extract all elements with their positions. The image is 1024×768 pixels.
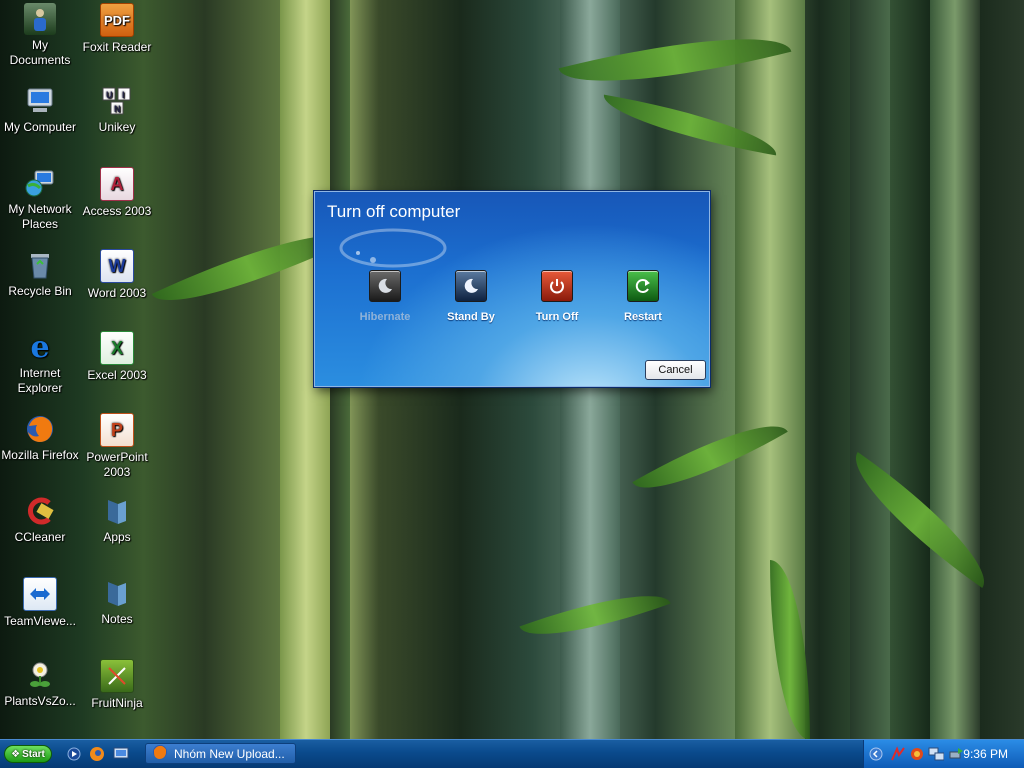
turn-off-dialog: Turn off computer Hibernate Stand By Tur…: [314, 191, 710, 387]
svg-text:U: U: [106, 90, 113, 100]
desktop-icon-ccleaner[interactable]: CCleaner: [1, 495, 79, 545]
desktop-icon-plants-vs-zombies[interactable]: PlantsVsZo...: [1, 659, 79, 709]
teamviewer-icon: [23, 577, 57, 611]
firefox-icon: [24, 413, 56, 445]
cancel-button[interactable]: Cancel: [645, 360, 706, 380]
stand-by-icon: [455, 270, 487, 302]
stand-by-option[interactable]: Stand By: [431, 270, 511, 323]
svg-text:I: I: [122, 90, 125, 100]
quick-launch-media-player-icon[interactable]: [66, 746, 82, 762]
taskbar-window-button[interactable]: Nhóm New Upload...: [145, 743, 296, 764]
desktop-icon-powerpoint[interactable]: P PowerPoint 2003: [78, 413, 156, 480]
desktop-icon-excel[interactable]: X Excel 2003: [78, 331, 156, 383]
desktop-icon-notes[interactable]: Notes: [78, 577, 156, 627]
restart-icon: [627, 270, 659, 302]
excel-icon: X: [100, 331, 134, 365]
hibernate-icon: [369, 270, 401, 302]
desktop-icon-network[interactable]: My Network Places: [1, 167, 79, 232]
desktop-icon-foxit-reader[interactable]: PDF Foxit Reader: [78, 3, 156, 55]
svg-text:N: N: [114, 104, 121, 114]
desktop-icon-recycle-bin[interactable]: Recycle Bin: [1, 249, 79, 299]
taskbar: ❖ Start Nhóm New Upload... 9:36 PM: [0, 739, 1024, 768]
internet-explorer-icon: e: [30, 329, 50, 365]
fruit-ninja-icon: [100, 659, 134, 693]
desktop-icon-unikey[interactable]: UIN Unikey: [78, 85, 156, 135]
tray-security-icon[interactable]: [909, 746, 925, 762]
desktop-icon-internet-explorer[interactable]: e Internet Explorer: [1, 331, 79, 396]
dialog-decoration: [339, 228, 447, 268]
turn-off-option[interactable]: Turn Off: [517, 270, 597, 323]
computer-icon: [24, 85, 56, 117]
folder-icon: [101, 495, 133, 527]
desktop-icon-word[interactable]: W Word 2003: [78, 249, 156, 301]
desktop-icon-apps[interactable]: Apps: [78, 495, 156, 545]
windows-logo-icon: ❖: [11, 748, 21, 760]
dialog-title: Turn off computer: [327, 202, 461, 221]
quick-launch-show-desktop-icon[interactable]: [113, 746, 129, 762]
quick-launch-browser-icon[interactable]: [89, 746, 105, 762]
desktop-icon-firefox[interactable]: Mozilla Firefox: [1, 413, 79, 463]
tray-expand-icon[interactable]: [868, 746, 884, 762]
clock: 9:36 PM: [963, 747, 1008, 761]
desktop-icon-access[interactable]: A Access 2003: [78, 167, 156, 219]
desktop-icon-fruit-ninja[interactable]: FruitNinja: [78, 659, 156, 711]
restart-option[interactable]: Restart: [603, 270, 683, 323]
system-tray: 9:36 PM: [863, 740, 1024, 768]
pdf-icon: PDF: [100, 3, 134, 37]
folder-icon: [101, 577, 133, 609]
start-button[interactable]: ❖ Start: [4, 745, 52, 763]
power-icon: [541, 270, 573, 302]
unikey-icon: UIN: [101, 85, 133, 117]
tray-unikey-icon[interactable]: [890, 746, 906, 762]
plant-icon: [24, 659, 56, 691]
ccleaner-icon: [24, 495, 56, 527]
desktop-icon-my-computer[interactable]: My Computer: [1, 85, 79, 135]
desktop-icon-my-documents[interactable]: My Documents: [1, 3, 79, 68]
tray-network-icon[interactable]: [928, 746, 944, 762]
firefox-icon: [152, 744, 168, 763]
network-icon: [24, 167, 56, 199]
my-documents-icon: [24, 3, 56, 35]
access-icon: A: [100, 167, 134, 201]
desktop-icon-teamviewer[interactable]: TeamViewe...: [1, 577, 79, 629]
word-icon: W: [100, 249, 134, 283]
hibernate-option[interactable]: Hibernate: [345, 270, 425, 323]
recycle-bin-icon: [24, 249, 56, 281]
powerpoint-icon: P: [100, 413, 134, 447]
tray-safely-remove-icon[interactable]: [948, 746, 964, 762]
